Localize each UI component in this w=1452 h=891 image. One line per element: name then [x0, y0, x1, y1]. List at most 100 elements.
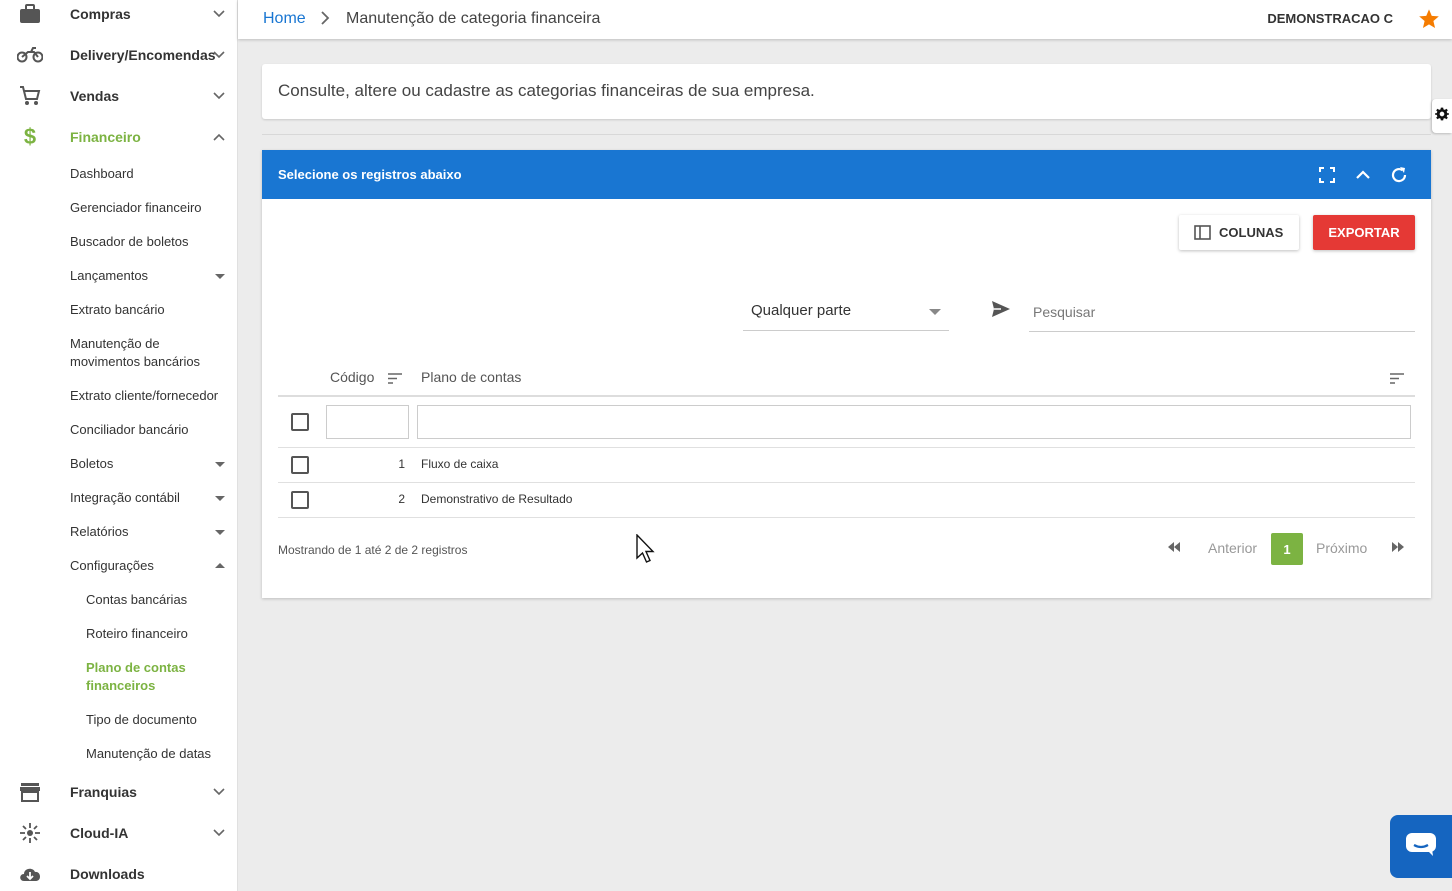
cell-codigo: 2: [398, 492, 405, 506]
nav-conciliador[interactable]: Conciliador bancário: [70, 421, 238, 439]
nav-downloads[interactable]: Downloads: [0, 856, 238, 891]
motorcycle-icon: [16, 43, 44, 67]
nav-financeiro[interactable]: $ Financeiro: [0, 119, 238, 155]
gear-icon: [1435, 107, 1449, 126]
caret-down-icon: [215, 530, 225, 535]
chat-widget-button[interactable]: [1390, 815, 1452, 878]
columns-icon: [1194, 225, 1211, 240]
cloud-download-icon: [16, 862, 44, 886]
nav-extrato[interactable]: Extrato bancário: [70, 301, 238, 319]
nav-boletos[interactable]: Boletos: [70, 455, 238, 473]
nav-buscador[interactable]: Buscador de boletos: [70, 233, 238, 251]
chevron-down-icon: [212, 89, 226, 103]
nav-configuracoes[interactable]: Configurações: [70, 557, 238, 575]
chevron-right-icon: [320, 11, 330, 30]
nav-cloud-ia[interactable]: Cloud-IA: [0, 815, 238, 851]
nav-manutencao-datas[interactable]: Manutenção de datas: [86, 745, 236, 763]
caret-down-icon: [215, 496, 225, 501]
page-number-current[interactable]: 1: [1271, 533, 1303, 565]
search-input[interactable]: [1029, 293, 1415, 332]
chevron-down-icon: [212, 7, 226, 21]
sort-icon[interactable]: [388, 371, 402, 389]
nav-plano-line1: Plano de contas: [86, 660, 186, 675]
nav-manutencao-mov-line2: movimentos bancários: [70, 354, 201, 369]
nav-compras-label: Compras: [70, 6, 131, 22]
chevron-up-icon: [212, 130, 226, 144]
filter-codigo-input[interactable]: [326, 405, 409, 439]
nav-franquias[interactable]: Franquias: [0, 774, 238, 810]
mouse-cursor-icon: [636, 533, 658, 571]
export-button-label: EXPORTAR: [1328, 225, 1400, 240]
sort-icon[interactable]: [1390, 371, 1404, 389]
nav-manutencao-mov[interactable]: Manutenção de movimentos bancários: [70, 335, 238, 371]
nav-downloads-label: Downloads: [70, 866, 145, 882]
cart-icon: [16, 84, 44, 108]
row-checkbox[interactable]: [291, 491, 309, 509]
dollar-icon: $: [23, 124, 37, 149]
store-icon: [16, 780, 44, 804]
nav-roteiro[interactable]: Roteiro financeiro: [86, 625, 236, 643]
nav-lancamentos[interactable]: Lançamentos: [70, 267, 238, 285]
previous-button[interactable]: Anterior: [1208, 540, 1257, 556]
nav-vendas-label: Vendas: [70, 88, 120, 104]
dropdown-arrow-icon: [929, 309, 941, 315]
columns-button-label: COLUNAS: [1219, 225, 1284, 240]
top-bar: Home Manutenção de categoria financeira …: [238, 0, 1452, 39]
breadcrumb-home[interactable]: Home: [263, 10, 306, 28]
export-button[interactable]: EXPORTAR: [1313, 215, 1415, 250]
row-checkbox[interactable]: [291, 456, 309, 474]
sidebar: Compras Delivery/Encomendas Vendas $ Fin…: [0, 0, 238, 891]
nav-cloud-label: Cloud-IA: [70, 825, 129, 841]
header-divider: [278, 395, 1415, 397]
next-button[interactable]: Próximo: [1316, 540, 1367, 556]
chevron-down-icon: [212, 48, 226, 62]
nav-contas-bancarias[interactable]: Contas bancárias: [86, 591, 236, 609]
nav-gerenciador[interactable]: Gerenciador financeiro: [70, 199, 238, 217]
send-icon[interactable]: [991, 300, 1011, 323]
refresh-icon[interactable]: [1388, 164, 1410, 186]
panel-title: Selecione os registros abaixo: [278, 167, 462, 182]
chat-icon: [1405, 832, 1437, 861]
divider: [262, 134, 1431, 135]
records-info: Mostrando de 1 até 2 de 2 registros: [278, 543, 468, 557]
caret-down-icon: [215, 274, 225, 279]
panel-header: Selecione os registros abaixo: [262, 150, 1431, 199]
first-page-icon[interactable]: [1167, 539, 1181, 557]
row-divider: [278, 447, 1415, 448]
sparkle-icon: [16, 821, 44, 845]
records-panel: Selecione os registros abaixo COLUNAS EX…: [262, 150, 1431, 598]
col-header-codigo[interactable]: Código: [330, 369, 374, 385]
caret-down-icon: [215, 462, 225, 467]
nav-extrato-cli[interactable]: Extrato cliente/fornecedor: [70, 387, 238, 405]
nav-relatorios[interactable]: Relatórios: [70, 523, 238, 541]
chevron-down-icon: [212, 785, 226, 799]
cell-plano: Demonstrativo de Resultado: [421, 492, 573, 506]
last-page-icon[interactable]: [1391, 539, 1405, 557]
search-mode-value: Qualquer parte: [751, 302, 852, 319]
briefcase-icon: [16, 2, 44, 26]
col-header-plano[interactable]: Plano de contas: [421, 369, 521, 385]
select-all-checkbox[interactable]: [291, 413, 309, 431]
nav-dashboard[interactable]: Dashboard: [70, 165, 238, 183]
nav-integracao[interactable]: Integração contábil: [70, 489, 238, 507]
company-name[interactable]: DEMONSTRACAO C: [1267, 11, 1393, 26]
nav-vendas[interactable]: Vendas: [0, 78, 238, 114]
nav-financeiro-label: Financeiro: [70, 129, 141, 145]
cell-codigo: 1: [398, 457, 405, 471]
filter-plano-input[interactable]: [417, 405, 1411, 439]
cell-plano: Fluxo de caixa: [421, 457, 499, 471]
settings-tab[interactable]: [1432, 99, 1452, 133]
nav-delivery[interactable]: Delivery/Encomendas: [0, 37, 238, 73]
star-icon[interactable]: [1418, 8, 1440, 35]
nav-tipo-documento[interactable]: Tipo de documento: [86, 711, 236, 729]
nav-plano-contas[interactable]: Plano de contas financeiros: [86, 659, 236, 695]
search-mode-select[interactable]: Qualquer parte: [743, 293, 949, 331]
nav-plano-line2: financeiros: [86, 678, 156, 693]
nav-compras[interactable]: Compras: [0, 0, 238, 32]
fullscreen-icon[interactable]: [1316, 164, 1338, 186]
nav-manutencao-mov-line1: Manutenção de: [70, 336, 160, 351]
intro-text: Consulte, altere ou cadastre as categori…: [278, 81, 815, 100]
collapse-icon[interactable]: [1352, 164, 1374, 186]
columns-button[interactable]: COLUNAS: [1179, 215, 1299, 250]
breadcrumb-current: Manutenção de categoria financeira: [346, 10, 601, 27]
